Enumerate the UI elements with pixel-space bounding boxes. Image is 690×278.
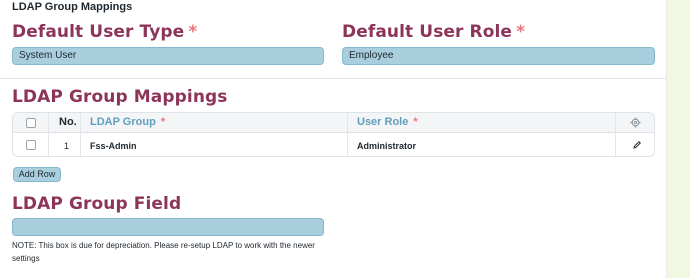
row-ldap-group[interactable]: Fss-Admin — [90, 141, 137, 151]
edit-icon[interactable] — [632, 140, 642, 150]
column-header-user-role: User Role * — [357, 116, 418, 128]
column-separator — [615, 113, 616, 156]
column-separator — [80, 113, 81, 156]
row-checkbox[interactable] — [26, 140, 36, 150]
column-separator — [48, 113, 49, 156]
default-user-type-select[interactable]: System User — [12, 47, 324, 65]
default-user-type-label-text: Default User Type — [12, 22, 185, 42]
gear-icon[interactable] — [630, 117, 641, 128]
default-user-role-label-text: Default User Role — [342, 22, 513, 42]
table-row[interactable]: 1 Fss-Admin Administrator — [13, 134, 654, 156]
row-user-role[interactable]: Administrator — [357, 141, 416, 151]
row-number: 1 — [64, 141, 70, 151]
select-all-checkbox[interactable] — [26, 118, 36, 128]
column-header-ldap-group-text: LDAP Group — [90, 116, 156, 128]
table-header: No. LDAP Group * User Role * — [13, 113, 654, 133]
default-user-type-label: Default User Type * — [12, 22, 197, 42]
right-rail — [667, 0, 690, 278]
section-title: LDAP Group Mappings — [12, 1, 133, 13]
ldap-group-mappings-table: No. LDAP Group * User Role * 1 Fss-Admin… — [12, 112, 655, 157]
add-row-button[interactable]: Add Row — [13, 167, 61, 182]
ldap-group-field-input[interactable] — [12, 218, 324, 236]
required-mark: * — [516, 22, 526, 42]
column-header-user-role-text: User Role — [357, 116, 409, 128]
deprecation-note: NOTE: This box is due for depreciation. … — [12, 241, 315, 263]
required-mark: * — [413, 116, 418, 128]
required-mark: * — [160, 116, 166, 128]
column-header-ldap-group: LDAP Group * — [90, 116, 165, 128]
section-divider — [0, 78, 667, 79]
required-mark: * — [188, 22, 198, 42]
column-header-no: No. — [59, 116, 77, 128]
default-user-role-select[interactable]: Employee — [342, 47, 655, 65]
ldap-settings-page: LDAP Group Mappings Default User Type * S… — [0, 0, 667, 278]
default-user-role-label: Default User Role * — [342, 22, 525, 42]
column-separator — [347, 113, 348, 156]
ldap-group-mappings-heading: LDAP Group Mappings — [12, 87, 228, 107]
ldap-group-field-label: LDAP Group Field — [12, 194, 182, 214]
